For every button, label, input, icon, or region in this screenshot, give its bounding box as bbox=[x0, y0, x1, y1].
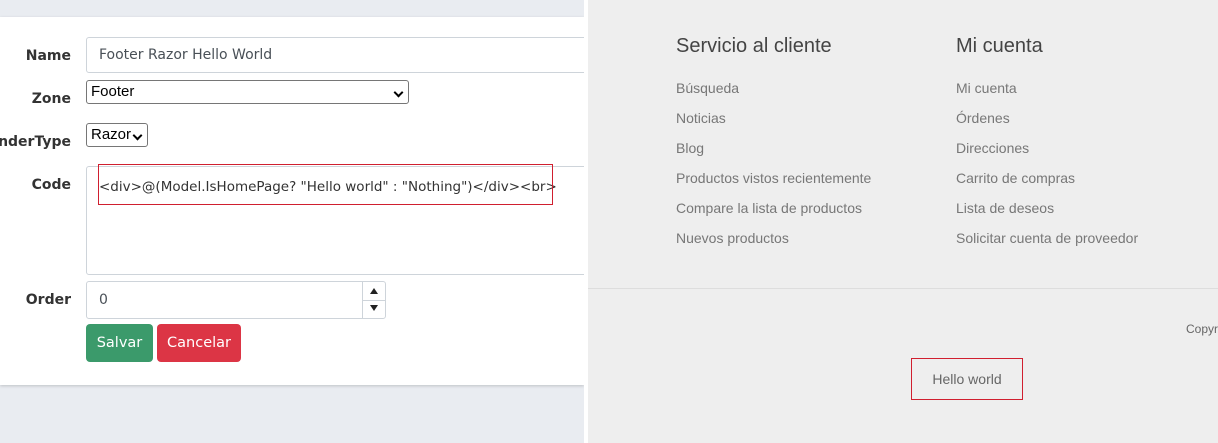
customer-service-title: Servicio al cliente bbox=[676, 35, 832, 57]
footer-link-news[interactable]: Noticias bbox=[676, 110, 871, 140]
arrow-up-icon bbox=[370, 288, 378, 294]
arrow-down-icon bbox=[370, 305, 378, 311]
code-highlight-box bbox=[98, 164, 553, 205]
footer-link-addresses[interactable]: Direcciones bbox=[956, 140, 1138, 170]
code-label: Code bbox=[31, 177, 71, 193]
copyright-text: Copyr bbox=[1186, 322, 1218, 336]
cancel-button[interactable]: Cancelar bbox=[157, 324, 241, 362]
order-input[interactable]: 0 bbox=[86, 281, 386, 319]
hello-world-widget: Hello world bbox=[911, 358, 1023, 400]
render-type-label: enderType bbox=[0, 134, 71, 150]
footer-link-blog[interactable]: Blog bbox=[676, 140, 871, 170]
order-label: Order bbox=[25, 292, 71, 308]
chevron-down-icon bbox=[132, 130, 143, 141]
order-value: 0 bbox=[99, 292, 108, 308]
admin-panel: Name Zone Footer enderType Razor Code <d… bbox=[0, 0, 584, 443]
save-button[interactable]: Salvar bbox=[86, 324, 153, 362]
customer-service-list: Búsqueda Noticias Blog Productos vistos … bbox=[676, 80, 871, 260]
render-type-select-value: Razor bbox=[91, 126, 132, 143]
chevron-down-icon bbox=[393, 87, 404, 98]
spinner-up-button[interactable] bbox=[363, 282, 385, 301]
footer-link-search[interactable]: Búsqueda bbox=[676, 80, 871, 110]
my-account-title: Mi cuenta bbox=[956, 35, 1043, 57]
footer-divider bbox=[588, 288, 1218, 289]
name-input[interactable] bbox=[86, 37, 584, 73]
zone-label: Zone bbox=[31, 91, 71, 107]
footer-link-compare[interactable]: Compare la lista de productos bbox=[676, 200, 871, 230]
footer-link-orders[interactable]: Órdenes bbox=[956, 110, 1138, 140]
footer-link-cart[interactable]: Carrito de compras bbox=[956, 170, 1138, 200]
render-type-select[interactable]: Razor bbox=[86, 123, 148, 147]
footer-link-new-products[interactable]: Nuevos productos bbox=[676, 230, 871, 260]
name-label: Name bbox=[25, 48, 71, 64]
zone-select-value: Footer bbox=[91, 83, 135, 100]
footer-link-my-account[interactable]: Mi cuenta bbox=[956, 80, 1138, 110]
hello-world-text: Hello world bbox=[932, 371, 1002, 387]
footer-link-recently-viewed[interactable]: Productos vistos recientemente bbox=[676, 170, 871, 200]
my-account-list: Mi cuenta Órdenes Direcciones Carrito de… bbox=[956, 80, 1138, 260]
zone-select[interactable]: Footer bbox=[86, 80, 409, 104]
storefront-footer: Servicio al cliente Búsqueda Noticias Bl… bbox=[588, 0, 1218, 443]
footer-link-wishlist[interactable]: Lista de deseos bbox=[956, 200, 1138, 230]
widget-edit-form: Name Zone Footer enderType Razor Code <d… bbox=[0, 17, 584, 385]
footer-link-vendor-account[interactable]: Solicitar cuenta de proveedor bbox=[956, 230, 1138, 260]
spinner-down-button[interactable] bbox=[363, 300, 385, 318]
order-spinner bbox=[362, 282, 385, 318]
